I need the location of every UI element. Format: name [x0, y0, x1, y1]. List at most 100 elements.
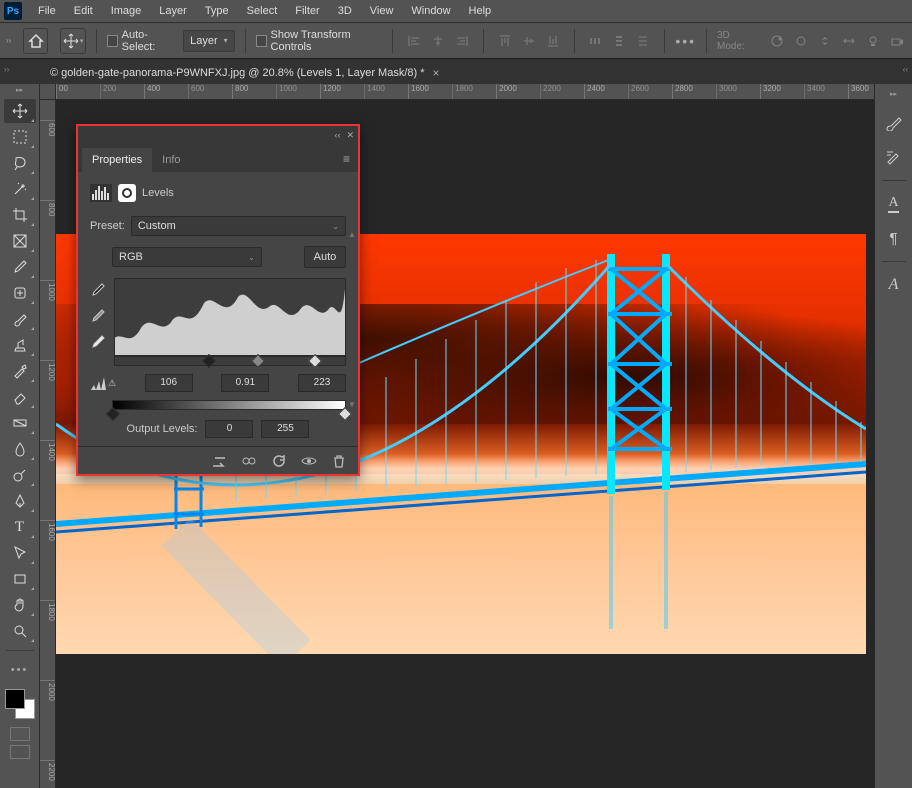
menu-edit[interactable]: Edit: [66, 2, 101, 20]
menu-file[interactable]: File: [30, 2, 64, 20]
glyphs-panel-icon[interactable]: A: [881, 274, 907, 296]
brush-tool[interactable]: [4, 307, 36, 331]
color-swatches[interactable]: [5, 689, 35, 719]
crop-tool[interactable]: [4, 203, 36, 227]
brushes-panel-icon[interactable]: [881, 112, 907, 134]
midtone-input[interactable]: 0.91: [221, 374, 269, 392]
magic-wand-tool[interactable]: [4, 177, 36, 201]
clip-warning-icon[interactable]: ⚠: [90, 376, 116, 390]
move-tool-icon[interactable]: ▾: [60, 28, 85, 54]
healing-brush-tool[interactable]: [4, 281, 36, 305]
tabs-collapse-right-icon[interactable]: ‹‹: [903, 65, 908, 74]
camera-icon[interactable]: [888, 32, 906, 50]
pan-icon[interactable]: [792, 32, 810, 50]
rectangle-tool[interactable]: [4, 567, 36, 591]
output-low-input[interactable]: 0: [205, 420, 253, 438]
menu-layer[interactable]: Layer: [151, 2, 195, 20]
more-options-button[interactable]: •••: [675, 30, 696, 52]
output-levels-slider[interactable]: [112, 400, 346, 410]
distribute-h-icon[interactable]: [584, 30, 606, 52]
panel-scrollbar[interactable]: ▲▼: [348, 230, 356, 410]
tab-info[interactable]: Info: [152, 148, 190, 172]
delete-icon[interactable]: [330, 452, 348, 470]
menu-help[interactable]: Help: [461, 2, 500, 20]
panel-close-icon[interactable]: ✕: [346, 130, 354, 141]
quick-mask-icon[interactable]: [10, 727, 30, 741]
tools-collapse-icon[interactable]: ▸▸: [16, 86, 23, 96]
hand-tool[interactable]: [4, 593, 36, 617]
right-tray-collapse-icon[interactable]: ▸▸: [890, 90, 897, 100]
edit-toolbar-button[interactable]: •••: [4, 658, 36, 682]
input-levels-slider[interactable]: [114, 356, 346, 366]
distribute-v-icon[interactable]: [608, 30, 630, 52]
panel-menu-icon[interactable]: ≡: [339, 146, 354, 172]
auto-select-checkbox[interactable]: Auto-Select:: [107, 29, 175, 53]
reset-icon[interactable]: [270, 452, 288, 470]
clip-to-layer-icon[interactable]: [210, 452, 228, 470]
white-point-eyedropper-icon[interactable]: [90, 334, 108, 352]
histogram-display[interactable]: [114, 278, 346, 356]
pen-tool[interactable]: [4, 489, 36, 513]
brush-settings-panel-icon[interactable]: [881, 146, 907, 168]
home-button[interactable]: [23, 28, 48, 54]
auto-select-target-dropdown[interactable]: Layer▾: [183, 30, 235, 52]
screen-mode-icon[interactable]: [10, 745, 30, 759]
zoom-tool[interactable]: [4, 619, 36, 643]
history-brush-tool[interactable]: [4, 359, 36, 383]
type-tool[interactable]: T: [4, 515, 36, 539]
gray-point-eyedropper-icon[interactable]: [90, 308, 108, 326]
horizontal-ruler[interactable]: 0040080012001600200024002800320036004000…: [56, 84, 874, 100]
menu-view[interactable]: View: [362, 2, 402, 20]
lasso-tool[interactable]: [4, 151, 36, 175]
orbit-icon[interactable]: [768, 32, 786, 50]
distribute-3-icon[interactable]: [632, 30, 654, 52]
align-left-icon[interactable]: [403, 30, 425, 52]
view-previous-icon[interactable]: [240, 452, 258, 470]
move-tool[interactable]: [4, 99, 36, 123]
panel-collapse-icon[interactable]: ‹‹: [334, 130, 340, 140]
options-expand-icon[interactable]: ››: [6, 23, 15, 59]
menu-filter[interactable]: Filter: [287, 2, 327, 20]
clone-stamp-tool[interactable]: [4, 333, 36, 357]
layer-mask-icon[interactable]: [118, 184, 136, 202]
black-point-eyedropper-icon[interactable]: [90, 282, 108, 300]
gradient-tool[interactable]: [4, 411, 36, 435]
character-panel-icon[interactable]: A: [881, 193, 907, 215]
path-selection-tool[interactable]: [4, 541, 36, 565]
align-right-icon[interactable]: [451, 30, 473, 52]
tab-properties[interactable]: Properties: [82, 148, 152, 172]
dodge-tool[interactable]: [4, 463, 36, 487]
auto-button[interactable]: Auto: [304, 246, 346, 268]
preset-dropdown[interactable]: Custom⌄: [131, 216, 346, 236]
eraser-tool[interactable]: [4, 385, 36, 409]
slide-icon[interactable]: [840, 32, 858, 50]
vertical-ruler[interactable]: 6008001000120014001600180020002200: [40, 100, 56, 788]
menu-3d[interactable]: 3D: [330, 2, 360, 20]
align-vcenter-icon[interactable]: [518, 30, 540, 52]
menu-image[interactable]: Image: [103, 2, 150, 20]
foreground-color-swatch[interactable]: [5, 689, 25, 709]
menu-type[interactable]: Type: [197, 2, 237, 20]
light-icon[interactable]: [864, 32, 882, 50]
eyedropper-tool[interactable]: [4, 255, 36, 279]
ruler-origin[interactable]: [40, 84, 56, 100]
show-transform-checkbox[interactable]: Show Transform Controls: [256, 29, 382, 53]
menu-select[interactable]: Select: [239, 2, 286, 20]
align-hcenter-icon[interactable]: [427, 30, 449, 52]
highlight-input[interactable]: 223: [298, 374, 346, 392]
tabs-collapse-left-icon[interactable]: ››: [4, 65, 9, 74]
align-top-icon[interactable]: [494, 30, 516, 52]
shadow-input[interactable]: 106: [145, 374, 193, 392]
document-tab[interactable]: © golden-gate-panorama-P9WNFXJ.jpg @ 20.…: [40, 60, 450, 84]
visibility-icon[interactable]: [300, 452, 318, 470]
blur-tool[interactable]: [4, 437, 36, 461]
align-bottom-icon[interactable]: [542, 30, 564, 52]
dolly-icon[interactable]: [816, 32, 834, 50]
paragraph-panel-icon[interactable]: ¶: [881, 227, 907, 249]
marquee-tool[interactable]: [4, 125, 36, 149]
close-tab-icon[interactable]: ×: [433, 66, 440, 80]
output-high-input[interactable]: 255: [261, 420, 309, 438]
menu-window[interactable]: Window: [403, 2, 458, 20]
channel-dropdown[interactable]: RGB⌄: [112, 247, 262, 267]
frame-tool[interactable]: [4, 229, 36, 253]
